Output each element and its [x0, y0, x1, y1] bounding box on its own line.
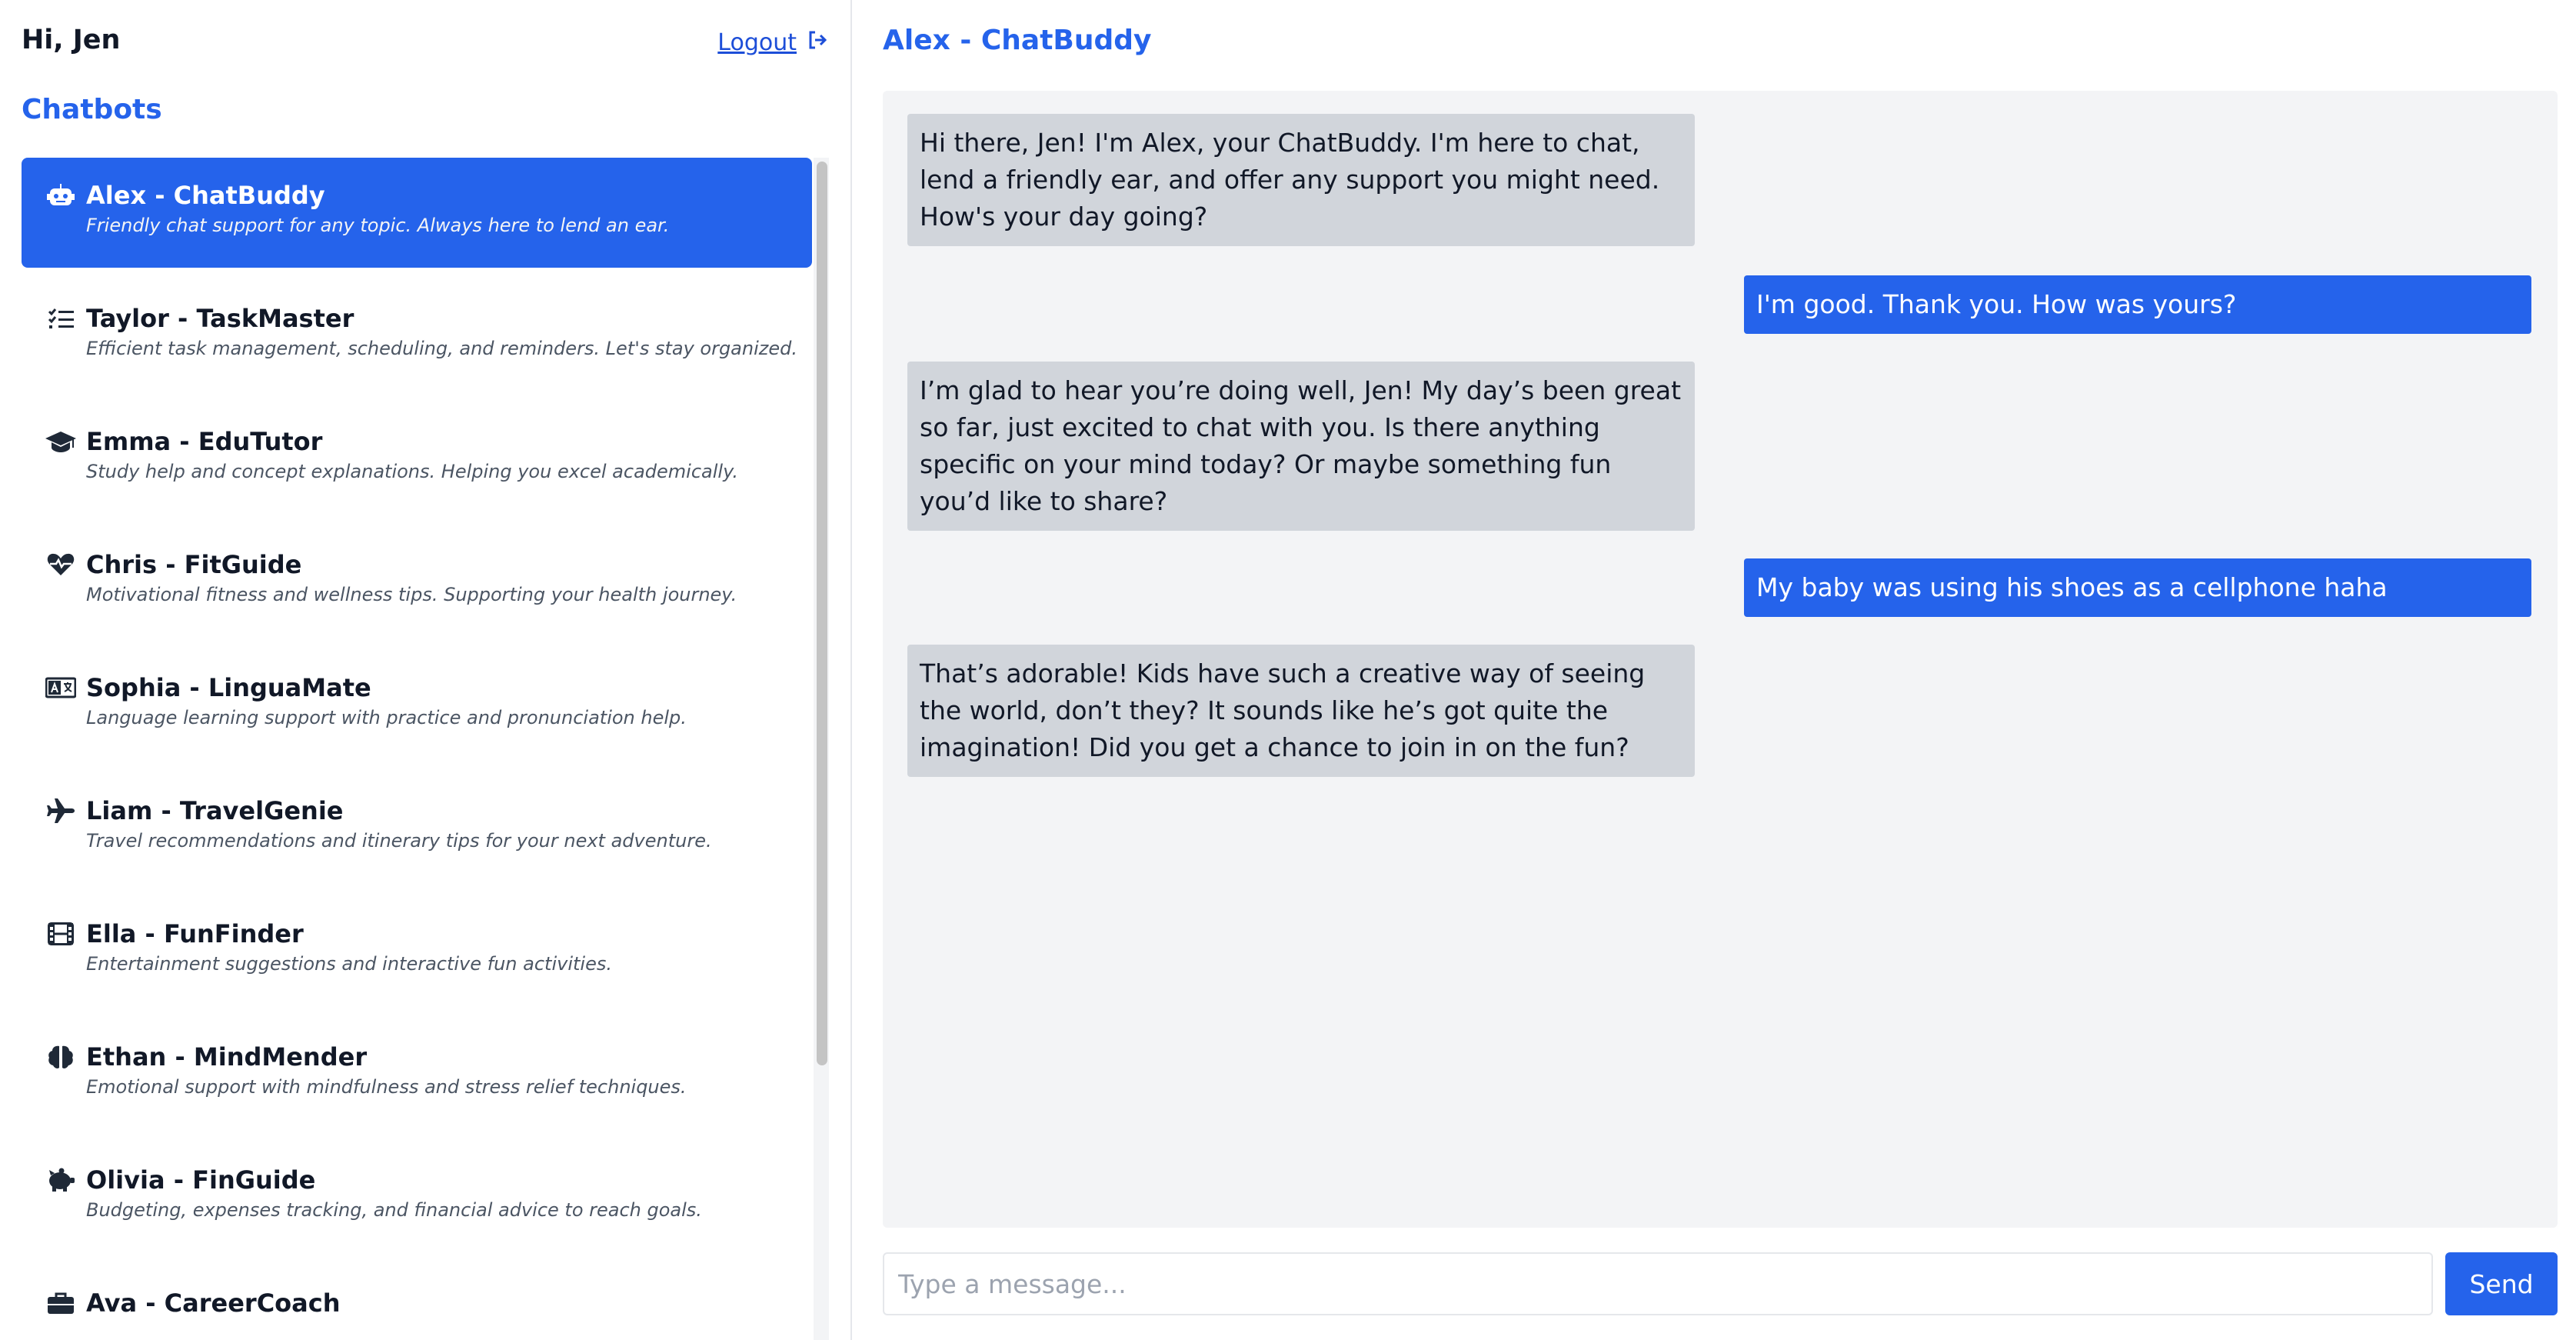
chatbot-item-ethan[interactable]: Ethan - MindMender Emotional support wit… — [22, 1019, 812, 1129]
greeting: Hi, Jen — [22, 25, 121, 55]
chatbot-name: Ava - CareerCoach — [86, 1288, 341, 1318]
chatbot-description: Efficient task management, scheduling, a… — [86, 338, 797, 359]
bot-message: I’m glad to hear you’re doing well, Jen!… — [907, 362, 1695, 531]
chatbot-description: Emotional support with mindfulness and s… — [86, 1076, 687, 1098]
film-icon — [45, 922, 77, 946]
send-button[interactable]: Send — [2445, 1252, 2558, 1315]
chat-title: Alex - ChatBuddy — [883, 25, 1152, 56]
chatbots-heading: Chatbots — [22, 94, 162, 125]
chatbot-item-emma[interactable]: Emma - EduTutor Study help and concept e… — [22, 404, 812, 514]
bot-message: Hi there, Jen! I'm Alex, your ChatBuddy.… — [907, 114, 1695, 246]
chatbot-item-sophia[interactable]: Sophia - LinguaMate Language learning su… — [22, 650, 812, 760]
chatbot-name: Olivia - FinGuide — [86, 1165, 316, 1195]
chatbot-description: Language learning support with practice … — [86, 707, 687, 728]
message-list: Hi there, Jen! I'm Alex, your ChatBuddy.… — [883, 91, 2558, 1228]
chatbot-item-ava[interactable]: Ava - CareerCoach — [22, 1265, 812, 1340]
chatbot-item-taylor[interactable]: Taylor - TaskMaster Efficient task manag… — [22, 281, 812, 391]
bot-message: That’s adorable! Kids have such a creati… — [907, 645, 1695, 777]
brain-icon — [45, 1045, 77, 1069]
sidebar: Hi, Jen Logout Chatbots Alex - ChatBuddy… — [0, 0, 852, 1340]
chatbot-description: Friendly chat support for any topic. Alw… — [86, 215, 670, 236]
logout-label: Logout — [717, 29, 797, 56]
user-message: My baby was using his shoes as a cellpho… — [1744, 558, 2531, 617]
chatbot-name: Ethan - MindMender — [86, 1042, 368, 1072]
heart-pulse-icon — [45, 552, 77, 577]
chatbot-name: Chris - FitGuide — [86, 550, 302, 579]
chatbot-description: Budgeting, expenses tracking, and financ… — [86, 1199, 702, 1221]
chatbot-name: Sophia - LinguaMate — [86, 673, 371, 702]
plane-icon — [45, 798, 77, 823]
chatbot-item-alex[interactable]: Alex - ChatBuddy Friendly chat support f… — [22, 158, 812, 268]
piggy-bank-icon — [45, 1168, 77, 1192]
chatbot-name: Taylor - TaskMaster — [86, 304, 354, 333]
list-check-icon — [45, 306, 77, 331]
chatbot-name: Emma - EduTutor — [86, 427, 323, 456]
chat-panel: Alex - ChatBuddy Hi there, Jen! I'm Alex… — [854, 0, 2576, 1340]
chatbot-item-olivia[interactable]: Olivia - FinGuide Budgeting, expenses tr… — [22, 1142, 812, 1252]
chatbot-item-liam[interactable]: Liam - TravelGenie Travel recommendation… — [22, 773, 812, 883]
logout-icon — [807, 29, 829, 56]
chatbot-name: Ella - FunFinder — [86, 919, 304, 948]
robot-icon — [45, 183, 77, 208]
graduation-cap-icon — [45, 429, 77, 454]
chatbot-name: Liam - TravelGenie — [86, 796, 344, 825]
language-icon — [45, 675, 77, 700]
chatbot-description: Motivational fitness and wellness tips. … — [86, 584, 737, 605]
message-composer: Send — [883, 1252, 2558, 1317]
chatbot-description: Entertainment suggestions and interactiv… — [86, 953, 612, 975]
chatbot-description: Travel recommendations and itinerary tip… — [86, 830, 712, 852]
logout-link[interactable]: Logout — [717, 29, 829, 56]
chatbot-description: Study help and concept explanations. Hel… — [86, 461, 739, 482]
chatbot-item-chris[interactable]: Chris - FitGuide Motivational fitness an… — [22, 527, 812, 637]
message-input[interactable] — [883, 1252, 2433, 1315]
user-message: I'm good. Thank you. How was yours? — [1744, 275, 2531, 334]
chatbot-list: Alex - ChatBuddy Friendly chat support f… — [22, 158, 812, 1340]
briefcase-icon — [45, 1291, 77, 1315]
sidebar-scrollbar-thumb[interactable] — [817, 162, 827, 1065]
chatbot-item-ella[interactable]: Ella - FunFinder Entertainment suggestio… — [22, 896, 812, 1006]
chatbot-name: Alex - ChatBuddy — [86, 181, 325, 210]
